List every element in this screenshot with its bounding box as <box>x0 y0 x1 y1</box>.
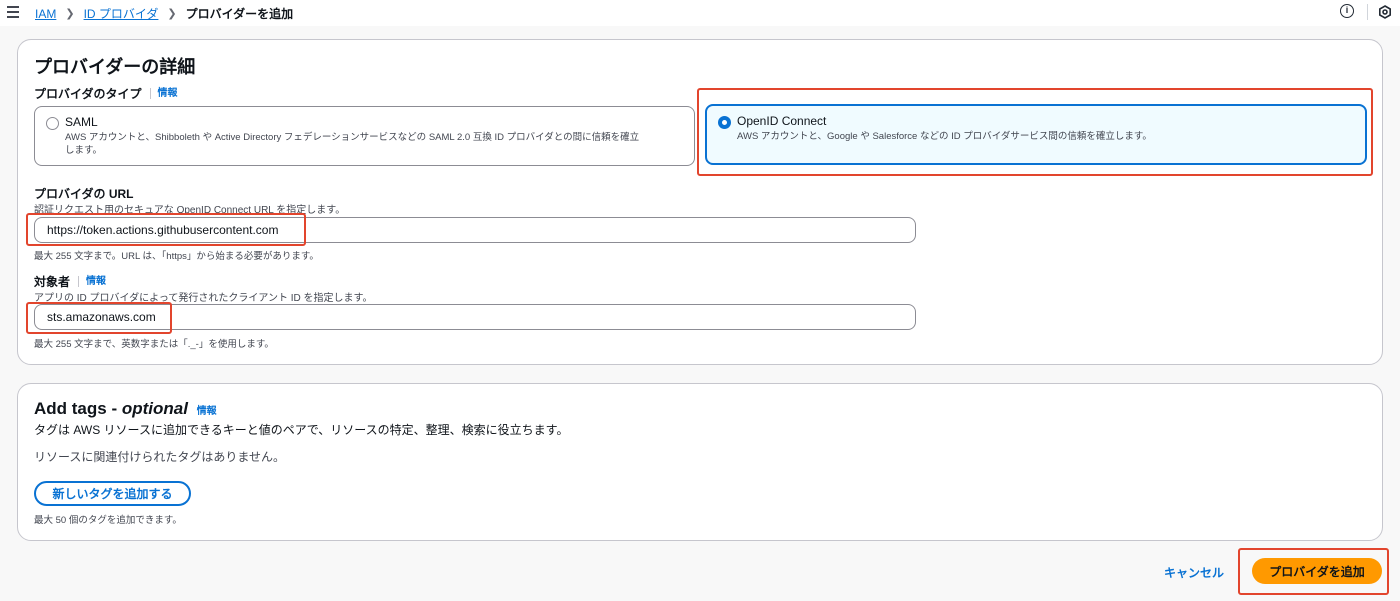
breadcrumb-id-providers[interactable]: ID プロバイダ <box>84 5 159 22</box>
provider-url-label: プロバイダの URL <box>34 187 134 201</box>
tags-empty-message: リソースに関連付けられたタグはありません。 <box>34 450 286 464</box>
tags-title-text: Add tags - <box>34 399 122 418</box>
saml-description-line1: AWS アカウントと、Shibboleth や Active Directory… <box>65 132 640 143</box>
openid-connect-description: AWS アカウントと、Google や Salesforce などの ID プロ… <box>737 131 1152 142</box>
breadcrumb-current: プロバイダーを追加 <box>185 7 294 21</box>
menu-icon[interactable] <box>7 6 19 18</box>
tags-limit-hint: 最大 50 個のタグを追加できます。 <box>34 515 182 526</box>
tags-info-link[interactable]: 情報 <box>197 406 217 417</box>
cancel-button[interactable]: キャンセル <box>1164 564 1224 581</box>
provider-url-description: 認証リクエスト用のセキュアな OpenID Connect URL を指定します… <box>34 205 346 216</box>
audience-label: 対象者 情報 <box>34 273 106 290</box>
provider-details-panel: プロバイダーの詳細 プロバイダのタイプ 情報 SAML AWS アカウントと、S… <box>17 39 1383 365</box>
audience-description: アプリの ID プロバイダによって発行されたクライアント ID を指定します。 <box>34 293 373 304</box>
audience-info-link[interactable]: 情報 <box>78 276 106 287</box>
tags-title: Add tags - optional 情報 <box>34 399 217 419</box>
saml-radio[interactable] <box>46 117 59 130</box>
provider-url-input[interactable] <box>34 217 916 243</box>
audience-input[interactable] <box>34 304 916 330</box>
section-title: プロバイダーの詳細 <box>34 57 196 77</box>
provider-type-label-text: プロバイダのタイプ <box>34 87 142 101</box>
audience-label-text: 対象者 <box>34 275 71 289</box>
audience-hint: 最大 255 文字まで、英数字または「._-」を使用します。 <box>34 339 274 350</box>
provider-type-info-link[interactable]: 情報 <box>149 88 178 99</box>
breadcrumb-iam[interactable]: IAM <box>35 7 56 21</box>
saml-description-line2: します。 <box>65 145 103 156</box>
chevron-right-icon: ❯ <box>167 8 177 20</box>
settings-icon[interactable] <box>1378 5 1392 19</box>
openid-connect-title: OpenID Connect <box>737 114 827 128</box>
top-bar: IAM ❯ ID プロバイダ ❯ プロバイダーを追加 i <box>0 0 1400 26</box>
toolbar-divider <box>1367 4 1368 20</box>
add-new-tag-button[interactable]: 新しいタグを追加する <box>34 481 191 506</box>
add-provider-button[interactable]: プロバイダを追加 <box>1252 558 1382 584</box>
info-icon[interactable]: i <box>1340 4 1354 18</box>
saml-title: SAML <box>65 115 98 129</box>
tags-title-optional: optional <box>121 399 188 418</box>
saml-description: AWS アカウントと、Shibboleth や Active Directory… <box>65 131 639 157</box>
tags-description: タグは AWS リソースに追加できるキーと値のペアで、リソースの特定、整理、検索… <box>34 423 569 437</box>
openid-connect-radio[interactable] <box>718 116 731 129</box>
radio-tile-openid-connect[interactable]: OpenID Connect AWS アカウントと、Google や Sales… <box>705 104 1367 165</box>
chevron-right-icon: ❯ <box>65 8 75 20</box>
provider-url-hint: 最大 255 文字まで。URL は、「https」から始まる必要があります。 <box>34 251 319 262</box>
radio-tile-saml[interactable]: SAML AWS アカウントと、Shibboleth や Active Dire… <box>34 106 695 166</box>
provider-type-label: プロバイダのタイプ 情報 <box>34 85 178 102</box>
add-tags-panel: Add tags - optional 情報 タグは AWS リソースに追加でき… <box>17 383 1383 541</box>
breadcrumb: IAM ❯ ID プロバイダ ❯ プロバイダーを追加 <box>35 5 293 22</box>
